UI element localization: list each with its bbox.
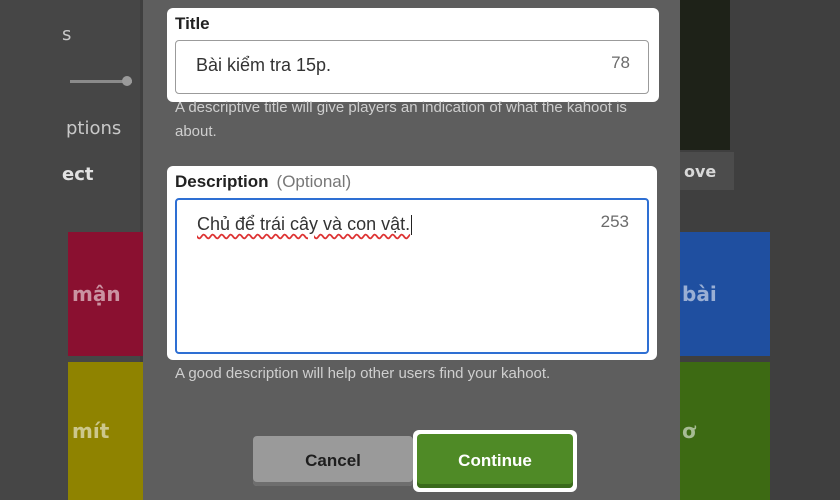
continue-button[interactable]: Continue [417, 434, 573, 488]
background-answer-tile: bài [680, 232, 770, 356]
description-char-count: 253 [600, 212, 629, 231]
description-helper-text: A good description will help other users… [175, 365, 551, 382]
description-optional-label: (Optional) [276, 172, 352, 191]
title-helper-text: A descriptive title will give players an… [175, 99, 627, 140]
title-input[interactable]: Bài kiểm tra 15p. 78 [175, 40, 649, 94]
title-label: Title [175, 14, 210, 33]
background-cover-image [680, 0, 730, 150]
background-answer-tile: ơ [680, 362, 770, 500]
title-field-group: Title Bài kiểm tra 15p. 78 [167, 8, 659, 102]
background-tile-label: mận [72, 282, 121, 306]
background-tile-label: ơ [682, 419, 696, 443]
continue-button-highlight: Continue [413, 430, 577, 492]
background-tile-label: mít [72, 419, 110, 443]
description-textarea[interactable]: Chủ để trái cây và con vật. 253 [175, 198, 649, 354]
title-char-count: 78 [611, 53, 630, 72]
description-field-group: Description (Optional) Chủ để trái cây và… [167, 166, 657, 360]
description-label: Description (Optional) [175, 172, 352, 191]
background-answer-tile: mận [68, 232, 148, 356]
background-text-fragment: ect [62, 164, 94, 185]
text-caret [411, 215, 413, 236]
description-input-value: Chủ để trái cây và con vật. [197, 214, 413, 236]
background-text-fragment: s [62, 24, 72, 45]
cancel-button[interactable]: Cancel [253, 436, 413, 486]
background-tile-label: bài [682, 282, 717, 306]
background-button-fragment: ove [680, 152, 734, 190]
background-answer-tile: mít [68, 362, 148, 500]
background-slider-knob [122, 76, 132, 86]
background-text-fragment: ptions [66, 118, 122, 139]
title-input-value: Bài kiểm tra 15p. [196, 55, 332, 75]
kahoot-settings-modal: Title Bài kiểm tra 15p. 78 A descriptive… [143, 0, 680, 500]
